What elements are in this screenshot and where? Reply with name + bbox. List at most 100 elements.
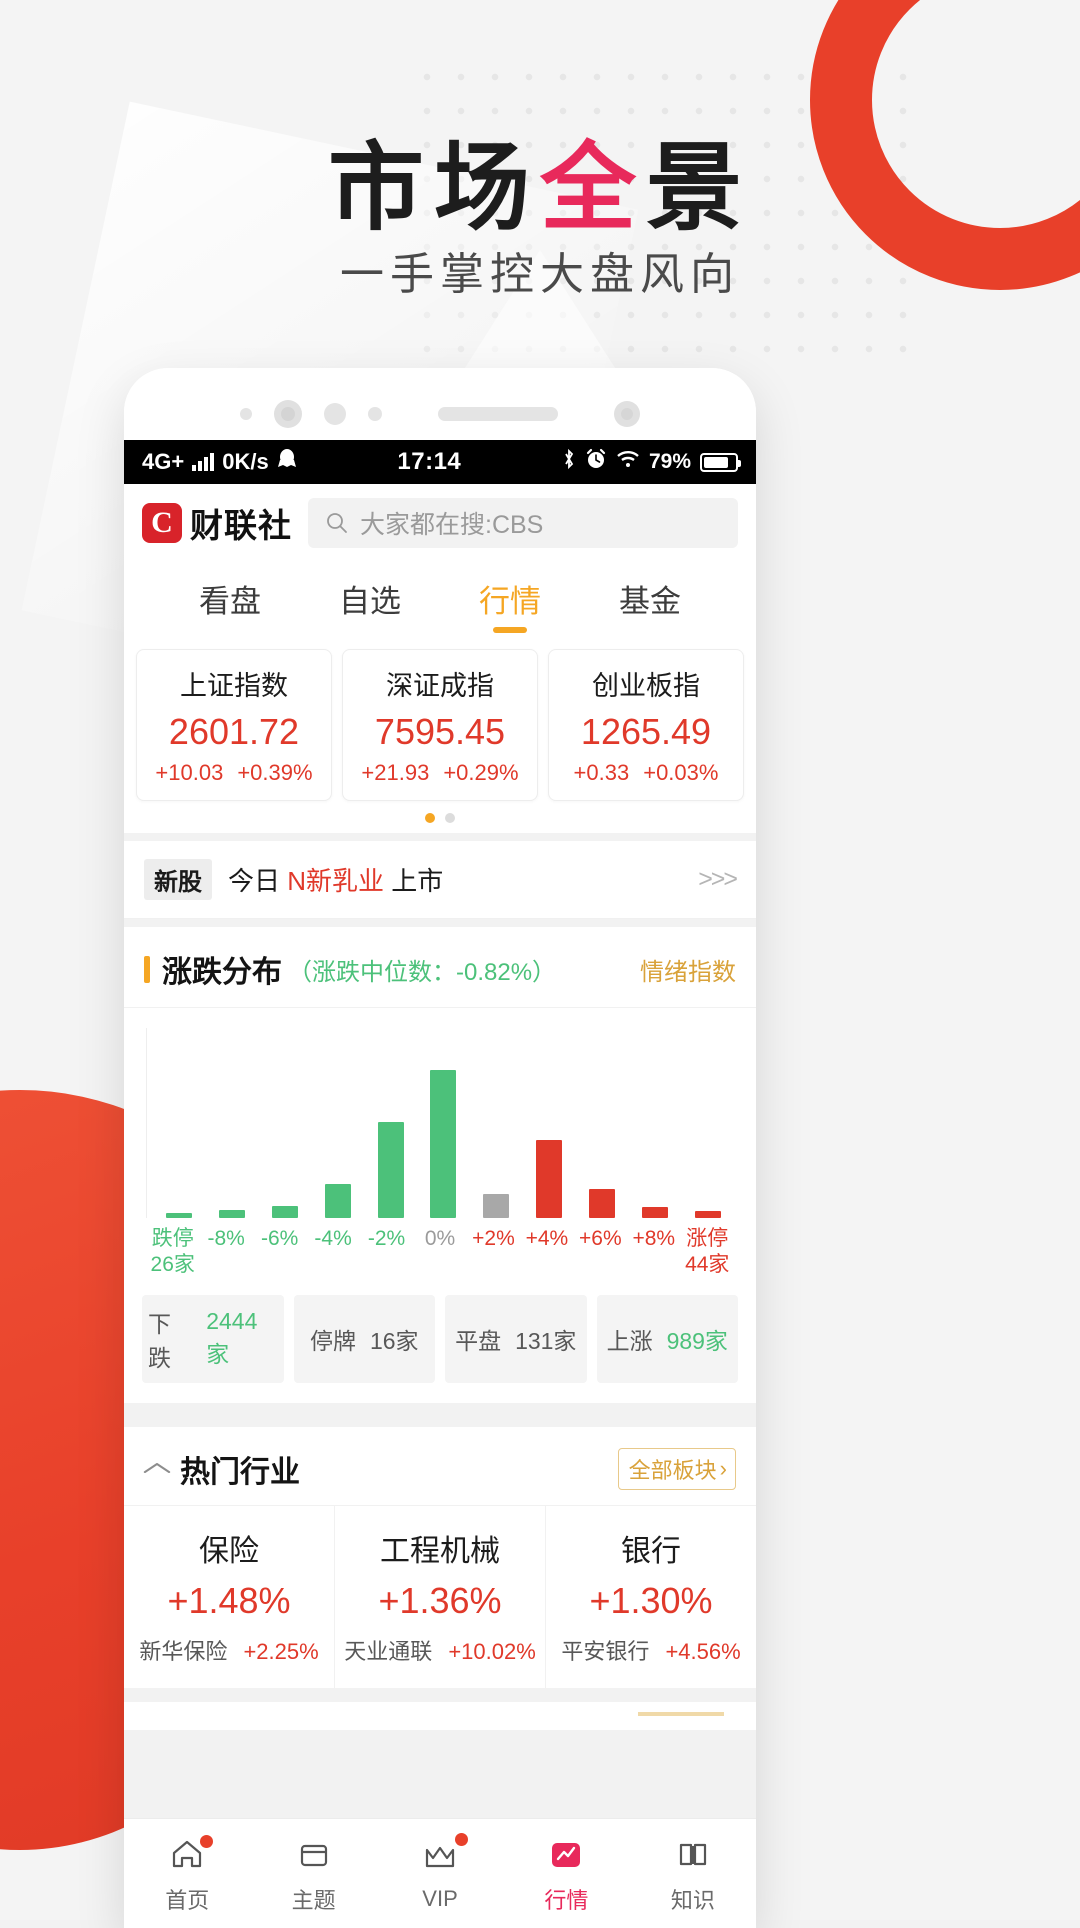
tab-kanpan[interactable]: 看盘 (195, 566, 265, 637)
chart-x-label: +8% (632, 1227, 676, 1250)
alarm-icon (585, 448, 607, 476)
leading-stock-name: 天业通联 (344, 1638, 433, 1664)
chart-bar (483, 1194, 510, 1218)
industry-pct: +1.30% (589, 1579, 713, 1621)
battery-percent-label: 79% (648, 450, 691, 473)
distribution-header: 涨跌分布 （涨跌中位数：-0.82%） 情绪指数 (124, 927, 756, 1008)
nav-label: 行情 (544, 1887, 589, 1913)
search-icon (326, 512, 348, 534)
chart-bar (588, 1189, 615, 1218)
chart-bar (324, 1184, 351, 1218)
app-header: C 财联社 大家都在搜:CBS (124, 484, 756, 560)
index-pct: +0.39% (237, 760, 313, 785)
pager-dot[interactable] (445, 813, 455, 823)
index-value: 1265.49 (580, 711, 712, 752)
logo-text: 财联社 (190, 507, 292, 544)
box-icon (293, 1833, 335, 1875)
index-card[interactable]: 深证成指 7595.45 +21.93 +0.29% (342, 649, 538, 801)
leading-stock-name: 新华保险 (139, 1638, 228, 1664)
nav-label: VIP (422, 1885, 458, 1911)
bluetooth-icon (562, 448, 576, 476)
section-accent-bar (144, 955, 150, 983)
nav-item-topic[interactable]: 主题 (250, 1819, 376, 1928)
index-card[interactable]: 上证指数 2601.72 +10.03 +0.39% (136, 649, 332, 801)
new-stock-banner[interactable]: 新股 今日 N新乳业 上市 >>> (124, 841, 756, 919)
industry-card[interactable]: 保险 +1.48% 新华保险 +2.25% (124, 1505, 335, 1688)
leading-stock-name: 平安银行 (561, 1638, 650, 1664)
distribution-median: （涨跌中位数：-0.82%） (288, 958, 557, 986)
pager-dot-active[interactable] (425, 813, 435, 823)
new-stock-name[interactable]: N新乳业 (287, 866, 384, 896)
chart-bar (641, 1207, 668, 1218)
sensor-dot-small (240, 408, 252, 420)
sensor-dot-tiny (368, 407, 382, 421)
tab-jijin[interactable]: 基金 (615, 566, 685, 637)
search-input[interactable]: 大家都在搜:CBS (308, 498, 738, 548)
stat-item[interactable]: 平盘 131家 (445, 1294, 587, 1383)
network-speed-label: 0K/s (222, 449, 269, 474)
poster-title: 市场全景 (0, 110, 1080, 249)
wifi-icon (616, 449, 640, 475)
industry-name: 工程机械 (380, 1534, 500, 1568)
signal-strength-icon (192, 453, 215, 471)
chart-bar-column (417, 1028, 470, 1218)
stat-label: 上涨 (606, 1327, 653, 1354)
sentiment-index-link[interactable]: 情绪指数 (640, 952, 736, 987)
chevron-right-icon[interactable]: >>> (698, 865, 738, 894)
app-logo[interactable]: C 财联社 (142, 499, 292, 547)
tab-hangqing[interactable]: 行情 (475, 566, 545, 637)
index-carousel-pager[interactable] (124, 801, 756, 833)
industry-card[interactable]: 工程机械 +1.36% 天业通联 +10.02% (335, 1505, 546, 1688)
partial-next-section (124, 1701, 756, 1730)
chart-x-label: 0% (424, 1227, 456, 1250)
nav-label: 知识 (670, 1887, 715, 1913)
poster-title-accent: 全 (540, 135, 646, 242)
earpiece-speaker (438, 407, 558, 421)
chart-bar (219, 1210, 246, 1218)
chart-x-label: +4% (525, 1227, 569, 1250)
section-divider (124, 1687, 756, 1702)
stat-item[interactable]: 停牌 16家 (293, 1294, 435, 1383)
industry-card[interactable]: 银行 +1.30% 平安银行 +4.56% (546, 1506, 756, 1688)
chart-bar-column (311, 1028, 364, 1218)
nav-badge-dot (199, 1835, 213, 1848)
tab-zixuan[interactable]: 自选 (335, 566, 405, 637)
chart-x-label: +2% (472, 1227, 515, 1250)
proximity-sensor-icon (614, 401, 640, 427)
nav-item-home[interactable]: 首页 (124, 1819, 250, 1928)
chart-x-label: -6% (260, 1227, 299, 1250)
network-type-label: 4G+ (142, 449, 185, 474)
hot-industry-title: 热门行业 (180, 1455, 300, 1489)
stat-item[interactable]: 下跌 2444家 (142, 1294, 284, 1383)
chart-bar-column (681, 1028, 734, 1218)
scroll-content: 上证指数 2601.72 +10.03 +0.39% 深证成指 7595.45 … (124, 637, 756, 1818)
battery-icon (700, 452, 741, 472)
chart-bar-column (576, 1028, 629, 1218)
logo-mark-icon: C (142, 503, 182, 543)
chart-x-label: -8% (207, 1227, 245, 1250)
chart-bar-column (153, 1028, 206, 1218)
index-card[interactable]: 创业板指 1265.49 +0.33 +0.03% (548, 649, 744, 801)
industry-pct: +1.48% (167, 1579, 291, 1621)
chart-bar-column (364, 1028, 417, 1218)
all-sectors-label: 全部板块 (628, 1457, 717, 1483)
nav-item-market[interactable]: 行情 (503, 1819, 629, 1928)
stat-item[interactable]: 上涨 989家 (596, 1294, 738, 1383)
leading-stock-pct: +2.25% (243, 1638, 319, 1664)
new-stock-suffix: 上市 (391, 866, 444, 896)
phone-notch (124, 368, 756, 440)
chart-x-label: 跌停 26家 (150, 1227, 195, 1277)
status-bar: 4G+ 0K/s 17:14 79% (124, 440, 756, 484)
nav-item-knowledge[interactable]: 知识 (630, 1819, 756, 1928)
chevron-up-icon[interactable] (141, 1455, 172, 1483)
index-name: 创业板指 (592, 671, 700, 701)
clock-label: 17:14 (397, 448, 462, 475)
industry-name: 银行 (621, 1534, 681, 1568)
leading-stock-pct: +4.56% (665, 1638, 741, 1664)
all-sectors-button[interactable]: 全部板块 › (617, 1447, 736, 1490)
index-change: +0.33 (573, 760, 630, 785)
main-tabs: 看盘 自选 行情 基金 (124, 560, 756, 637)
new-stock-badge: 新股 (144, 859, 212, 900)
new-stock-prefix: 今日 (228, 866, 281, 896)
nav-item-vip[interactable]: VIP (377, 1819, 503, 1928)
